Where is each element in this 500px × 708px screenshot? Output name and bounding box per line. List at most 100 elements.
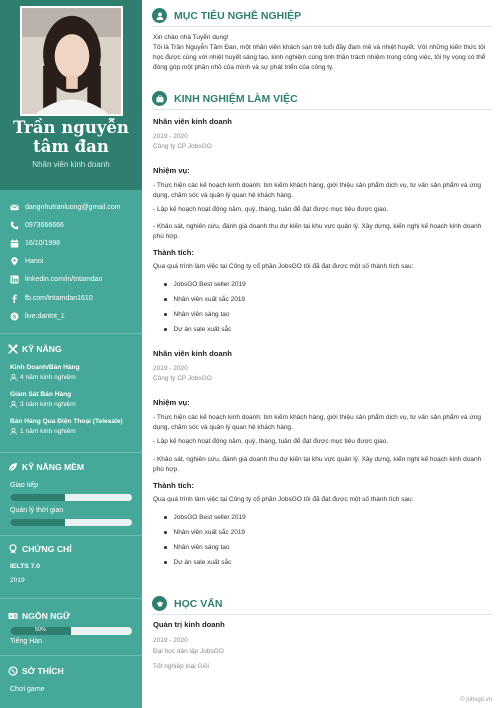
objective-title: MỤC TIÊU NGHỀ NGHIỆP bbox=[174, 9, 302, 22]
achievement-item: JobsGO Best seller 2019 bbox=[164, 510, 246, 525]
target-icon bbox=[152, 8, 167, 23]
language-item: 50% Tiếng Hàn bbox=[10, 622, 132, 645]
name-line-1: Trần nguyễn bbox=[13, 118, 129, 137]
soft-skill-item: Giao tiếp bbox=[10, 482, 132, 501]
achievement-item: Nhân viên sáng tạo bbox=[164, 540, 246, 555]
language-icon: A文 bbox=[8, 611, 18, 621]
job-duty: - Thực hiện các kế hoạch kinh doanh: tìm… bbox=[153, 182, 481, 199]
leaf-icon bbox=[8, 462, 18, 472]
contact-phone-text: 0973666666 bbox=[25, 221, 64, 229]
job-achievements-label: Thành tích: bbox=[153, 481, 194, 490]
skill-experience-text: 3 năm kinh nghiệm bbox=[20, 401, 76, 408]
job-duties-label: Nhiệm vụ: bbox=[153, 398, 190, 407]
certificate-name: IELTS 7.0 bbox=[10, 563, 41, 570]
achievement-item: JobsGO Best seller 2019 bbox=[164, 277, 246, 292]
hobbies-heading: SỞ THÍCH bbox=[8, 666, 64, 676]
contact-birthday-text: 16/10/1998 bbox=[25, 239, 61, 247]
contact-linkedin[interactable]: linkedin.com/in/tntamdan bbox=[8, 271, 140, 289]
achievement-item: Dự án sale xuất sắc bbox=[164, 322, 246, 337]
email-icon bbox=[8, 202, 20, 212]
location-icon bbox=[8, 257, 20, 267]
job-duty: - Lập kế hoạch hoạt động năm, quý, tháng… bbox=[153, 206, 389, 213]
job-company: Công ty CP JobsGO bbox=[153, 143, 212, 150]
calendar-icon bbox=[8, 238, 20, 248]
user-icon bbox=[10, 374, 17, 381]
sidebar-divider bbox=[0, 598, 142, 599]
job-duty: - Lập kế hoạch hoạt động năm, quý, tháng… bbox=[153, 438, 389, 445]
job-position: Nhân viên kinh doanh bbox=[153, 349, 232, 358]
achievement-item: Nhân viên xuất sắc 2019 bbox=[164, 525, 246, 540]
name-line-2: tâm đan bbox=[33, 137, 109, 156]
footer-brand: © jobsgo.vn bbox=[460, 697, 492, 703]
sidebar: Trần nguyễn tâm đan Nhân viên kinh doanh… bbox=[0, 0, 142, 708]
certificate-year: 2019 bbox=[10, 577, 25, 584]
achievement-list: JobsGO Best seller 2019 Nhân viên xuất s… bbox=[164, 277, 246, 337]
svg-text:S: S bbox=[12, 314, 16, 320]
education-heading: HỌC VẤN bbox=[152, 596, 222, 611]
phone-icon bbox=[8, 220, 20, 230]
sidebar-divider bbox=[0, 452, 142, 453]
skills-title: KỸ NĂNG bbox=[22, 344, 62, 354]
candidate-job-title: Nhân viên kinh doanh bbox=[32, 160, 110, 169]
job-achievements-label: Thành tích: bbox=[153, 248, 194, 257]
contact-skype[interactable]: S live:dantnt_1 bbox=[8, 307, 140, 325]
contact-location: Hanoi bbox=[8, 253, 140, 271]
candidate-name: Trần nguyễn tâm đan bbox=[0, 118, 142, 156]
skill-experience: 3 năm kinh nghiệm bbox=[10, 401, 138, 408]
language-bar: 50% bbox=[10, 627, 132, 635]
soft-skill-item: Quản lý thời gian bbox=[10, 507, 132, 526]
skill-item: Bán Hàng Qua Điện Thoại (Telesale) 1 năm… bbox=[10, 418, 138, 435]
contact-email[interactable]: dangnhutranluong@gmail.com bbox=[8, 198, 140, 216]
skill-item: Kinh Doanh/Bán Hàng 4 năm kinh nghiệm bbox=[10, 364, 138, 381]
certificates-title: CHỨNG CHỈ bbox=[22, 544, 72, 554]
contact-list: dangnhutranluong@gmail.com 0973666666 16… bbox=[8, 198, 140, 325]
objective-heading: MỤC TIÊU NGHỀ NGHIỆP bbox=[152, 8, 301, 23]
section-divider bbox=[152, 26, 492, 27]
contact-phone[interactable]: 0973666666 bbox=[8, 216, 140, 234]
experience-title: KINH NGHIỆM LÀM VIỆC bbox=[174, 92, 298, 105]
job-period: 2019 - 2020 bbox=[153, 365, 188, 372]
achievement-list: JobsGO Best seller 2019 Nhân viên xuất s… bbox=[164, 510, 246, 570]
section-divider bbox=[152, 614, 492, 615]
contact-location-text: Hanoi bbox=[25, 258, 44, 266]
education-school: Đại học dân lập JobsGO bbox=[153, 648, 224, 655]
soft-skill-bar bbox=[10, 494, 132, 501]
skill-name: Giám Sát Bán Hàng bbox=[10, 391, 72, 398]
education-title: HỌC VẤN bbox=[174, 597, 223, 610]
skills-heading: KỸ NĂNG bbox=[8, 344, 62, 354]
user-icon bbox=[10, 401, 17, 408]
svg-text:A: A bbox=[9, 614, 12, 619]
experience-heading: KINH NGHIỆM LÀM VIỆC bbox=[152, 91, 298, 106]
hobby-item: Chơi game bbox=[10, 686, 45, 693]
skill-experience-text: 4 năm kinh nghiệm bbox=[20, 374, 76, 381]
skill-name: Kinh Doanh/Bán Hàng bbox=[10, 364, 80, 371]
soft-skills-title: KỸ NĂNG MỀM bbox=[22, 462, 85, 472]
soft-skill-bar-fill bbox=[10, 519, 65, 526]
job-duty: - Khảo sát, nghiên cứu, đánh giá doanh t… bbox=[153, 456, 482, 473]
avatar-photo bbox=[22, 8, 121, 114]
objective-greeting: Xin chào nhà Tuyển dụng! bbox=[153, 34, 229, 41]
soft-skill-bar bbox=[10, 519, 132, 526]
contact-linkedin-text: linkedin.com/in/tntamdan bbox=[25, 276, 103, 284]
skill-experience-text: 1 năm kinh nghiệm bbox=[20, 428, 76, 435]
achievement-item: Nhân viên xuất sắc 2019 bbox=[164, 292, 246, 307]
job-duty: - Thực hiện các kế hoạch kinh doanh: tìm… bbox=[153, 414, 481, 431]
sidebar-divider bbox=[0, 333, 142, 334]
soft-skills-heading: KỸ NĂNG MỀM bbox=[8, 462, 84, 472]
section-divider bbox=[152, 109, 492, 110]
job-position: Nhân viên kinh doanh bbox=[153, 117, 232, 126]
languages-title: NGÔN NGỮ bbox=[22, 611, 71, 621]
sidebar-divider bbox=[0, 535, 142, 536]
languages-heading: A文 NGÔN NGỮ bbox=[8, 611, 70, 621]
job-company: Công ty CP JobsGO bbox=[153, 375, 212, 382]
linkedin-icon bbox=[8, 275, 20, 285]
contact-email-text: dangnhutranluong@gmail.com bbox=[25, 203, 121, 211]
facebook-icon bbox=[8, 293, 20, 303]
hobby-icon bbox=[8, 666, 18, 676]
hobbies-title: SỞ THÍCH bbox=[22, 666, 64, 676]
contact-facebook[interactable]: fb.com/tntamdan1610 bbox=[8, 289, 140, 307]
certificate-icon bbox=[8, 544, 18, 554]
profile-header: Trần nguyễn tâm đan Nhân viên kinh doanh bbox=[0, 0, 142, 190]
main-content: MỤC TIÊU NGHỀ NGHIỆP Xin chào nhà Tuyển … bbox=[142, 0, 500, 708]
skill-item: Giám Sát Bán Hàng 3 năm kinh nghiệm bbox=[10, 391, 138, 408]
